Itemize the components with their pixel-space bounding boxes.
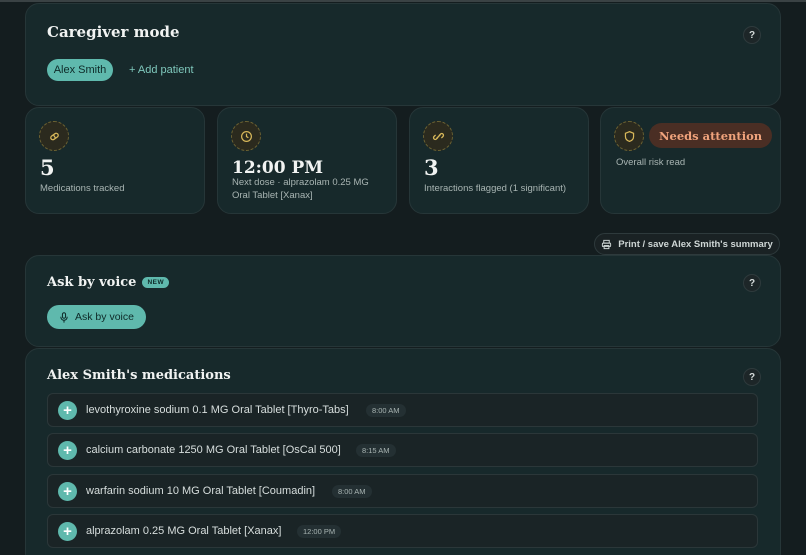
medications-card: Alex Smith's medications ? + levothyroxi… [25, 348, 781, 555]
window-top-border [0, 0, 806, 2]
print-summary-button[interactable]: Print / save Alex Smith's summary [594, 233, 780, 255]
next-dose-label: Next dose · alprazolam 0.25 MG Oral Tabl… [232, 177, 369, 201]
pill-icon [39, 121, 69, 151]
medication-row[interactable]: + levothyroxine sodium 0.1 MG Oral Table… [47, 393, 758, 427]
medication-row[interactable]: + warfarin sodium 10 MG Oral Tablet [Cou… [47, 474, 758, 508]
medication-name: warfarin sodium 10 MG Oral Tablet [Couma… [86, 485, 316, 497]
medications-help-button[interactable]: ? [743, 368, 761, 386]
plus-icon[interactable]: + [58, 441, 77, 460]
caregiver-help-button[interactable]: ? [743, 26, 761, 44]
caregiver-card: Caregiver mode ? Alex Smith + Add patien… [25, 3, 781, 106]
stat-card-interactions: 3 Interactions flagged (1 significant) [409, 107, 589, 214]
plus-icon[interactable]: + [58, 482, 77, 501]
medication-name: levothyroxine sodium 0.1 MG Oral Tablet … [86, 404, 349, 416]
medication-name: alprazolam 0.25 MG Oral Tablet [Xanax] [86, 525, 282, 537]
voice-card: Ask by voice NEW ? Ask by voice [25, 255, 781, 347]
medications-title: Alex Smith's medications [47, 368, 231, 383]
medication-row[interactable]: + calcium carbonate 1250 MG Oral Tablet … [47, 433, 758, 467]
voice-help-button[interactable]: ? [743, 274, 761, 292]
medication-name: calcium carbonate 1250 MG Oral Tablet [O… [86, 444, 341, 456]
caregiver-title: Caregiver mode [47, 23, 180, 41]
voice-title: Ask by voice [47, 275, 137, 290]
medication-time-badge: 12:00 PM [297, 525, 342, 538]
risk-status-badge: Needs attention [649, 123, 773, 148]
interactions-label: Interactions flagged (1 significant) [424, 183, 567, 194]
ask-by-voice-button[interactable]: Ask by voice [47, 305, 146, 329]
risk-label: Overall risk read [616, 157, 686, 168]
shield-icon [614, 121, 644, 151]
medication-row[interactable]: + alprazolam 0.25 MG Oral Tablet [Xanax]… [47, 514, 758, 548]
new-badge: NEW [142, 277, 170, 288]
voice-heading: Ask by voice NEW [47, 275, 170, 290]
plus-icon[interactable]: + [58, 522, 77, 541]
clock-icon [231, 121, 261, 151]
microphone-icon [59, 311, 69, 323]
plus-icon[interactable]: + [58, 401, 77, 420]
link-icon [423, 121, 453, 151]
add-patient-link[interactable]: + Add patient [129, 64, 194, 76]
stat-card-risk: Needs attention Overall risk read [600, 107, 781, 214]
patient-chip-alex-smith[interactable]: Alex Smith [47, 59, 113, 81]
interactions-count: 3 [424, 155, 439, 180]
stat-card-next-dose: 12:00 PM Next dose · alprazolam 0.25 MG … [217, 107, 397, 214]
print-summary-label: Print / save Alex Smith's summary [618, 238, 773, 250]
next-dose-time: 12:00 PM [232, 158, 324, 178]
medication-time-badge: 8:15 AM [356, 444, 396, 457]
ask-by-voice-label: Ask by voice [75, 311, 134, 323]
stat-card-medications: 5 Medications tracked [25, 107, 205, 214]
medications-count: 5 [40, 155, 55, 180]
printer-icon [601, 239, 612, 250]
medication-time-badge: 8:00 AM [332, 485, 372, 498]
medication-time-badge: 8:00 AM [366, 404, 406, 417]
medications-count-label: Medications tracked [40, 183, 125, 194]
